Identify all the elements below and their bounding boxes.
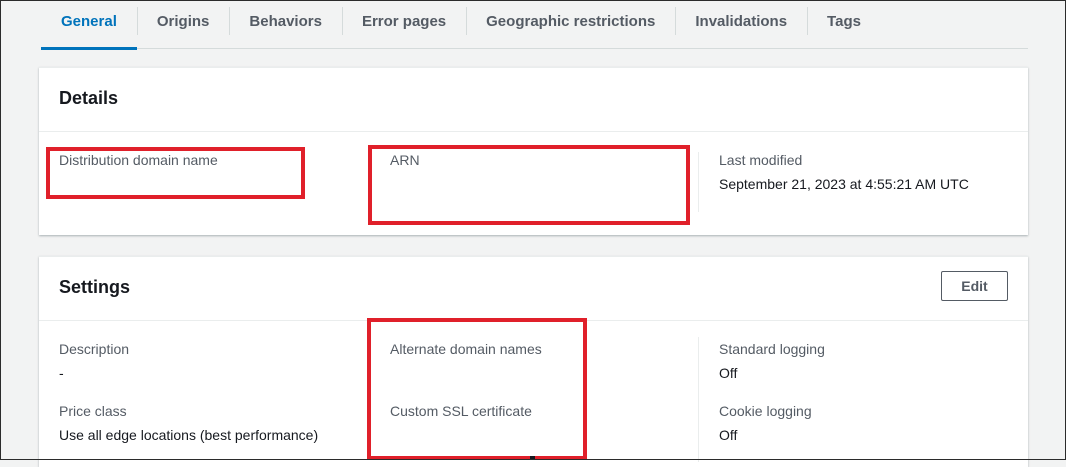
details-title: Details: [59, 88, 119, 108]
mouse-cursor: [530, 456, 535, 460]
details-header: Details: [39, 68, 1028, 132]
cookie-logging-label: Cookie logging: [719, 403, 812, 419]
settings-title: Settings: [59, 277, 131, 297]
tab-invalidations[interactable]: Invalidations: [675, 0, 807, 48]
settings-panel: Settings Edit Description - Price class …: [39, 256, 1028, 467]
tab-error-pages[interactable]: Error pages: [341, 0, 466, 48]
price-class-value: Use all edge locations (best performance…: [59, 427, 319, 443]
settings-header: Settings Edit: [39, 257, 1028, 321]
standard-logging-label: Standard logging: [719, 341, 825, 357]
settings-divider: [698, 337, 699, 462]
distribution-domain-label: Distribution domain name: [59, 152, 218, 168]
edit-button[interactable]: Edit: [941, 271, 1008, 301]
last-modified-value: September 21, 2023 at 4:55:21 AM UTC: [719, 176, 969, 192]
tab-geographic-restrictions[interactable]: Geographic restrictions: [466, 0, 675, 48]
details-panel: Details Distribution domain name ARN Las…: [39, 67, 1028, 235]
arn-label: ARN: [390, 152, 420, 168]
price-class-label: Price class: [59, 403, 127, 419]
tab-behaviors[interactable]: Behaviors: [229, 0, 342, 48]
tab-general[interactable]: General: [41, 0, 137, 50]
tab-bar: General Origins Behaviors Error pages Ge…: [41, 0, 1028, 50]
last-modified-label: Last modified: [719, 152, 803, 168]
tab-origins[interactable]: Origins: [136, 0, 230, 48]
alternate-domain-names-label: Alternate domain names: [390, 341, 542, 357]
custom-ssl-certificate-label: Custom SSL certificate: [390, 403, 532, 419]
tab-tags[interactable]: Tags: [807, 0, 881, 48]
details-divider: [698, 152, 699, 212]
standard-logging-value: Off: [719, 365, 738, 381]
cookie-logging-value: Off: [719, 427, 738, 443]
description-label: Description: [59, 341, 130, 357]
description-value: -: [59, 365, 64, 381]
